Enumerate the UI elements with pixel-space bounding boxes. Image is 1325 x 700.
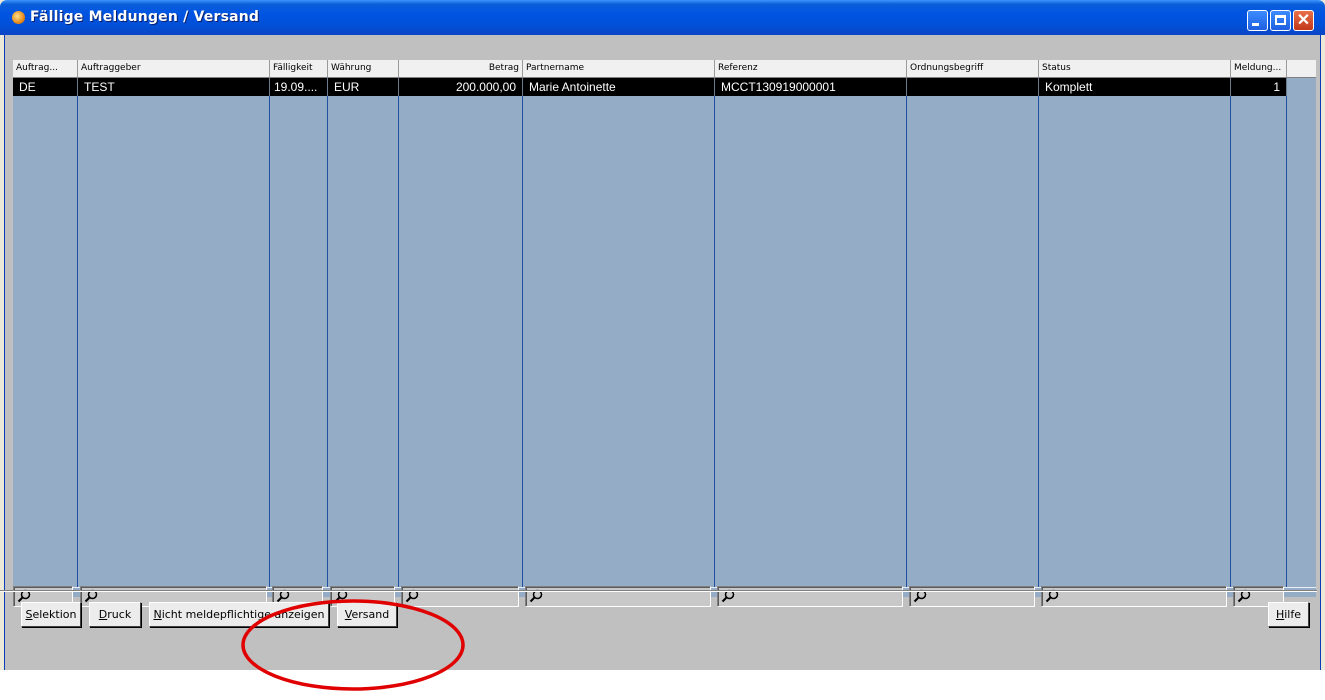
column-header-waehrung[interactable]: Währung (328, 60, 399, 77)
hilfe-button[interactable]: Hilfe (1268, 602, 1309, 627)
column-header-auftraggeber[interactable]: Auftraggeber (78, 60, 270, 77)
window-client-area: Auftrag... Auftraggeber Fälligkeit Währu… (4, 35, 1321, 670)
minimize-icon (1252, 23, 1259, 26)
column-divider (398, 96, 399, 587)
nicht-mnemonic: N (153, 608, 162, 621)
hilfe-label: ilfe (1284, 608, 1302, 621)
column-divider (1038, 96, 1039, 587)
column-header-referenz[interactable]: Referenz (715, 60, 907, 77)
table-cell[interactable]: 19.09.... (270, 78, 328, 96)
column-divider (269, 96, 270, 587)
column-header-ordnungsbegriff[interactable]: Ordnungsbegriff (907, 60, 1039, 77)
table-cell[interactable]: Marie Antoinette (523, 78, 715, 96)
column-divider (906, 96, 907, 587)
table-cell[interactable]: 1 (1231, 78, 1287, 96)
column-divider (77, 96, 78, 587)
column-header-filler (1287, 60, 1316, 77)
table-cell[interactable]: MCCT130919000001 (715, 78, 907, 96)
window-title: Fällige Meldungen / Versand (30, 9, 260, 25)
app-icon[interactable] (12, 11, 25, 24)
column-divider (714, 96, 715, 587)
druck-mnemonic: D (98, 608, 108, 621)
toolbar-separator (0, 590, 1317, 592)
title-bar[interactable]: Fällige Meldungen / Versand ✕ (0, 0, 1325, 35)
table-cell[interactable]: TEST (78, 78, 270, 96)
versand-label: ersand (351, 608, 390, 621)
table-row[interactable]: DE TEST 19.09.... EUR 200.000,00 Marie A… (13, 78, 1287, 96)
table-cell[interactable]: 200.000,00 (399, 78, 523, 96)
minimize-button[interactable] (1247, 10, 1268, 31)
selektion-label: elektion (32, 608, 77, 621)
column-divider (1230, 96, 1231, 587)
application-window: Fällige Meldungen / Versand ✕ Auftrag...… (0, 0, 1325, 691)
results-grid[interactable]: Auftrag... Auftraggeber Fälligkeit Währu… (13, 60, 1316, 597)
close-icon: ✕ (1296, 12, 1311, 29)
table-cell[interactable]: Komplett (1039, 78, 1231, 96)
nicht-meldepflichtige-anzeigen-button[interactable]: Nicht meldepflichtige anzeigen (149, 602, 329, 627)
table-cell[interactable] (907, 78, 1039, 96)
druck-label: ruck (107, 608, 132, 621)
column-header-meldung[interactable]: Meldung... (1231, 60, 1287, 77)
column-header-partnername[interactable]: Partnername (523, 60, 715, 77)
column-divider (522, 96, 523, 587)
column-header-auftrag[interactable]: Auftrag... (13, 60, 78, 77)
close-button[interactable]: ✕ (1293, 10, 1314, 31)
maximize-icon (1275, 15, 1286, 25)
hilfe-mnemonic: H (1275, 608, 1285, 621)
druck-button[interactable]: Druck (89, 602, 141, 627)
versand-button[interactable]: Versand (337, 602, 397, 627)
grid-header: Auftrag... Auftraggeber Fälligkeit Währu… (13, 60, 1316, 78)
column-header-betrag[interactable]: Betrag (399, 60, 523, 77)
nicht-label: icht meldepflichtige anzeigen (161, 608, 325, 621)
column-divider (1286, 96, 1287, 587)
selektion-button[interactable]: Selektion (21, 602, 81, 627)
table-cell[interactable]: DE (13, 78, 78, 96)
maximize-button[interactable] (1270, 10, 1291, 31)
column-header-faelligkeit[interactable]: Fälligkeit (270, 60, 328, 77)
table-cell[interactable]: EUR (328, 78, 399, 96)
column-divider (327, 96, 328, 587)
column-header-status[interactable]: Status (1039, 60, 1231, 77)
